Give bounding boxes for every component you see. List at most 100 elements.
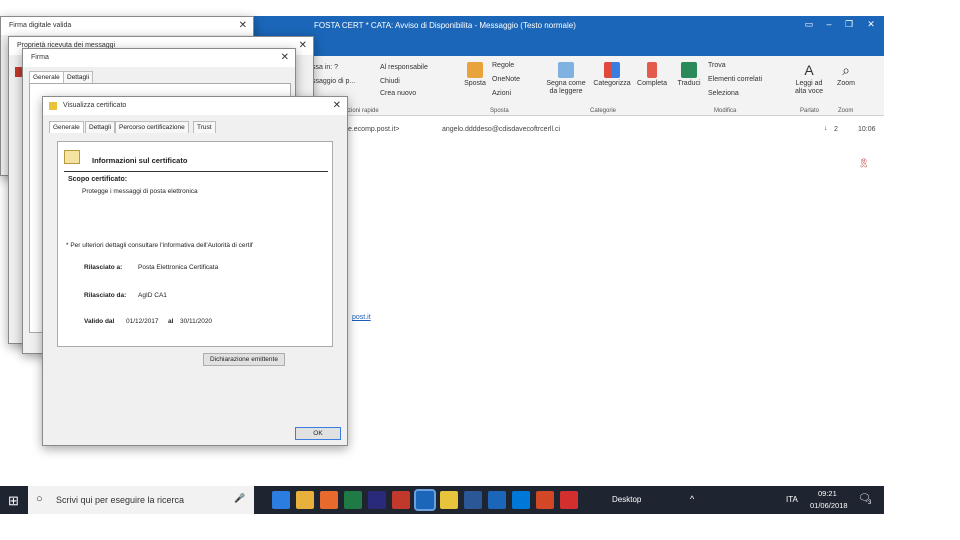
language-indicator[interactable]: ITA: [786, 495, 798, 504]
flag-icon: [647, 62, 657, 78]
jd-icon[interactable]: [392, 491, 410, 509]
word-icon[interactable]: [464, 491, 482, 509]
microphone-icon[interactable]: 🎤: [234, 493, 245, 504]
tab-details[interactable]: Dettagli: [63, 71, 94, 83]
clock-date[interactable]: 01/06/2018: [810, 501, 848, 510]
translate-button[interactable]: Traduci: [674, 62, 704, 88]
cert-heading: Informazioni sul certificato: [92, 156, 188, 165]
zoom-button[interactable]: ⌕ Zoom: [832, 62, 860, 88]
view-certificate-dialog: Visualizza certificato ✕ Generale Dettag…: [42, 96, 348, 446]
purpose-label: Scopo certificato:: [68, 176, 128, 183]
envelope-icon: [558, 62, 574, 78]
followup-label: Completa: [637, 80, 667, 87]
certificate-badge-icon: [64, 150, 80, 164]
search-icon: ○: [36, 493, 43, 505]
quick-step-1[interactable]: ssa in: ?: [312, 64, 338, 72]
importance-count: 2: [834, 126, 838, 133]
categorize-label: Categorizza: [593, 80, 631, 87]
issued-by-label: Rilasciato da:: [84, 292, 127, 299]
read-aloud-button[interactable]: A Leggi ad alta voce: [792, 62, 826, 96]
acrobat-icon[interactable]: [560, 491, 578, 509]
dialog-title: Visualizza certificato: [43, 97, 347, 115]
to-address: angelo.ddddeso@cdisdavecoftrcerll.ci: [442, 126, 561, 133]
onenote-button[interactable]: OneNote: [492, 76, 520, 84]
message-link[interactable]: post.it: [352, 314, 371, 321]
powerpoint-icon[interactable]: [536, 491, 554, 509]
onedrive-icon[interactable]: [488, 491, 506, 509]
taskbar-search[interactable]: ○ Scrivi qui per eseguire la ricerca 🎤: [28, 486, 254, 514]
group-quick-steps: Azioni rapide: [344, 108, 379, 114]
tab-general[interactable]: Generale: [29, 71, 64, 83]
find-button[interactable]: Trova: [708, 62, 726, 70]
ribbon-display-icon[interactable]: ▭: [802, 19, 816, 31]
tab-certification-path[interactable]: Percorso certificazione: [115, 121, 189, 133]
group-speech: Parlato: [800, 108, 820, 114]
firefox-icon[interactable]: [320, 491, 338, 509]
certificate-info-panel: Informazioni sul certificato Scopo certi…: [57, 141, 333, 347]
valid-from-label: Valido dal: [84, 318, 115, 325]
signature-ribbon-icon[interactable]: 🎗: [858, 158, 869, 169]
purpose-value: Protegge i messaggi di posta elettronica: [82, 188, 198, 195]
valid-from-value: 01/12/2017: [126, 318, 159, 325]
app-icon[interactable]: [368, 491, 386, 509]
mark-unread-button[interactable]: Segna come da leggere: [544, 62, 588, 96]
valid-to-label: al: [168, 318, 174, 325]
close-button[interactable]: ✕: [864, 19, 878, 31]
categorize-button[interactable]: Categorizza: [592, 62, 632, 88]
quick-step-new[interactable]: Crea nuovo: [380, 90, 416, 98]
rules-button[interactable]: Regole: [492, 62, 514, 70]
app3-icon[interactable]: [512, 491, 530, 509]
window-title: FOSTA CERT * CATA: Avviso di Disponibili…: [314, 21, 576, 30]
dialog-title: Firma digitale valida: [1, 17, 253, 35]
outlook-icon[interactable]: [414, 489, 436, 511]
authority-note: * Per ulteriori dettagli consultare l'in…: [66, 242, 253, 249]
tray-chevron-icon[interactable]: ^: [690, 494, 694, 504]
clock-time[interactable]: 09:21: [818, 489, 837, 498]
quick-step-2[interactable]: ssaggio di p...: [312, 78, 355, 86]
search-placeholder: Scrivi qui per eseguire la ricerca: [56, 495, 185, 505]
maximize-button[interactable]: ❐: [842, 19, 856, 31]
outlook-message-window: FOSTA CERT * CATA: Avviso di Disponibili…: [254, 16, 884, 351]
app2-icon[interactable]: [440, 491, 458, 509]
divider: [64, 171, 328, 172]
read-aloud-label: Leggi ad alta voce: [794, 80, 824, 95]
tab-general[interactable]: Generale: [49, 121, 84, 133]
tab-details[interactable]: Dettagli: [85, 121, 116, 133]
select-button[interactable]: Seleziona: [708, 90, 739, 98]
certificate-icon: [49, 102, 57, 110]
issued-by-value: AgID CA1: [138, 292, 167, 299]
message-time: 10:06: [858, 126, 876, 133]
translate-icon: [681, 62, 697, 78]
close-icon[interactable]: ✕: [333, 100, 341, 111]
close-icon[interactable]: ✕: [239, 20, 247, 31]
folder-icon: [467, 62, 483, 78]
move-label: Sposta: [464, 80, 486, 87]
group-zoom: Zoom: [838, 108, 854, 114]
mark-unread-label: Segna come da leggere: [546, 80, 586, 95]
edge-icon[interactable]: [272, 491, 290, 509]
windows-start-icon[interactable]: ⊞: [8, 493, 19, 509]
importance-icon: ↓: [824, 125, 828, 132]
followup-button[interactable]: Completa: [634, 62, 670, 88]
issued-to-value: Posta Elettronica Certificata: [138, 264, 219, 271]
quick-step-manager[interactable]: Al responsabile: [380, 64, 428, 72]
message-header: te.ecomp.post.it> angelo.ddddeso@cdisdav…: [254, 122, 884, 138]
group-move: Sposta: [490, 108, 509, 114]
minimize-button[interactable]: –: [822, 19, 836, 31]
from-address: te.ecomp.post.it>: [346, 126, 400, 133]
zoom-label: Zoom: [837, 80, 855, 87]
ok-button[interactable]: OK: [295, 427, 341, 440]
issued-to-label: Rilasciato a:: [84, 264, 123, 271]
related-button[interactable]: Elementi correlati: [708, 76, 762, 84]
desktop-toolbar[interactable]: Desktop: [612, 495, 641, 504]
quick-step-close[interactable]: Chiudi: [380, 78, 400, 86]
file-explorer-icon[interactable]: [296, 491, 314, 509]
close-icon[interactable]: ✕: [299, 40, 307, 51]
move-button[interactable]: Sposta: [462, 62, 488, 88]
close-icon[interactable]: ✕: [281, 52, 289, 63]
actions-button[interactable]: Azioni: [492, 90, 511, 98]
tab-trust[interactable]: Trust: [193, 121, 216, 133]
excel-icon[interactable]: [344, 491, 362, 509]
issuer-statement-button[interactable]: Dichiarazione emittente: [203, 353, 285, 366]
dialog-title: Firma: [23, 49, 295, 67]
